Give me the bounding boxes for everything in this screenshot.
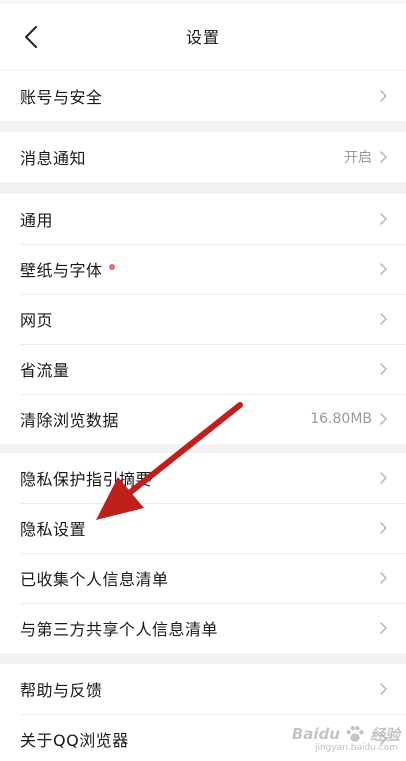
row-label: 清除浏览数据 <box>20 411 120 430</box>
chevron-right-icon <box>380 363 387 375</box>
row-collected-personal-info[interactable]: 已收集个人信息清单 <box>0 553 406 603</box>
page-title: 设置 <box>185 28 220 47</box>
watermark-url: jingyan.baidu.com <box>314 743 398 753</box>
chevron-right-icon <box>380 622 387 634</box>
row-help-feedback[interactable]: 帮助与反馈 <box>0 664 406 714</box>
row-label: 帮助与反馈 <box>20 681 103 700</box>
group-account: 账号与安全 <box>0 71 406 121</box>
chevron-right-icon <box>380 413 387 425</box>
group-privacy: 隐私保护指引摘要 隐私设置 已收集个人信息清单 与第三方共享个人信息清单 <box>0 453 406 653</box>
top-bar: 设置 <box>0 0 406 70</box>
cache-size-value: 16.80MB <box>310 411 372 427</box>
row-label: 隐私保护指引摘要 <box>20 470 153 489</box>
row-account-security[interactable]: 账号与安全 <box>0 71 406 121</box>
row-wallpaper-font[interactable]: 壁纸与字体 <box>0 244 406 294</box>
row-data-saver[interactable]: 省流量 <box>0 344 406 394</box>
row-third-party-shared-info[interactable]: 与第三方共享个人信息清单 <box>0 603 406 653</box>
row-label: 隐私设置 <box>20 520 87 539</box>
row-webpage[interactable]: 网页 <box>0 294 406 344</box>
status-bar-remnant <box>0 0 406 4</box>
notification-status-value: 开启 <box>344 150 372 166</box>
paw-logo-icon <box>346 725 364 742</box>
chevron-right-icon <box>380 313 387 325</box>
row-label: 省流量 <box>20 361 70 380</box>
row-label: 与第三方共享个人信息清单 <box>20 620 219 639</box>
row-clear-browsing-data[interactable]: 清除浏览数据 16.80MB <box>0 394 406 444</box>
new-badge-dot <box>108 264 115 270</box>
chevron-right-icon <box>380 151 387 163</box>
chevron-right-icon <box>380 213 387 225</box>
chevron-right-icon <box>380 472 387 484</box>
row-label: 账号与安全 <box>20 88 103 107</box>
chevron-right-icon <box>380 522 387 534</box>
chevron-right-icon <box>380 263 387 275</box>
row-label: 消息通知 <box>20 149 87 168</box>
watermark-brand: Baidu <box>291 725 340 743</box>
row-message-notification[interactable]: 消息通知 开启 <box>0 132 406 182</box>
group-general: 通用 壁纸与字体 网页 省流量 清除浏览数据 16.80MB <box>0 194 406 444</box>
chevron-right-icon <box>380 572 387 584</box>
watermark-text: 经验 <box>369 725 400 744</box>
chevron-right-icon <box>380 683 387 695</box>
row-label: 关于QQ浏览器 <box>20 731 129 750</box>
row-label: 通用 <box>20 211 54 230</box>
row-privacy-settings[interactable]: 隐私设置 <box>0 503 406 553</box>
row-label: 壁纸与字体 <box>20 261 103 280</box>
group-notifications: 消息通知 开启 <box>0 132 406 182</box>
row-privacy-guide-summary[interactable]: 隐私保护指引摘要 <box>0 453 406 503</box>
baidu-watermark: Baidu 经验 jingyan.baidu.com <box>291 723 400 753</box>
row-label: 网页 <box>20 311 54 330</box>
row-general[interactable]: 通用 <box>0 194 406 244</box>
chevron-right-icon <box>380 90 387 102</box>
row-label: 已收集个人信息清单 <box>20 570 169 589</box>
